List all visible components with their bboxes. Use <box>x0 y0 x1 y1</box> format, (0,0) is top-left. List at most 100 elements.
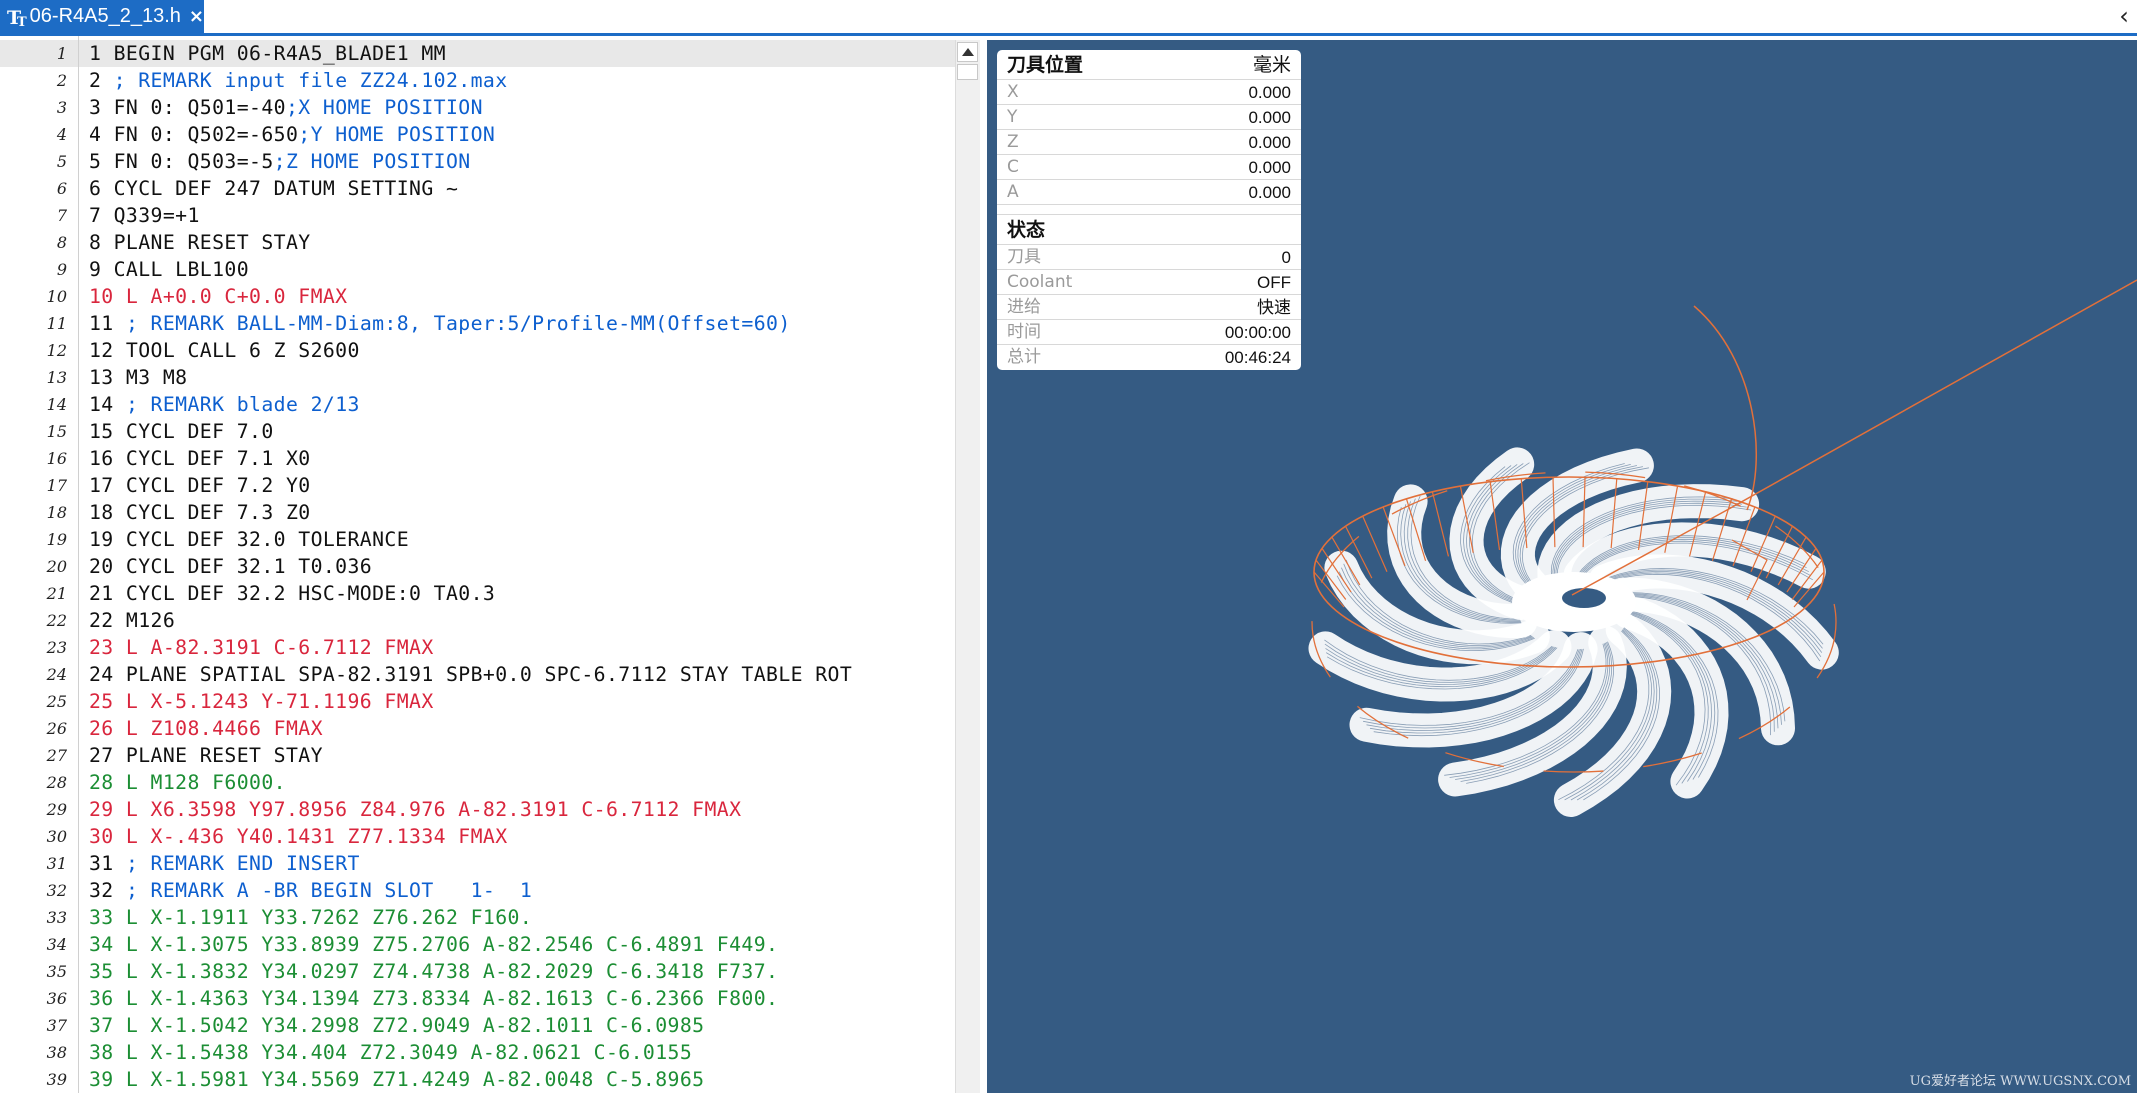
code-segment: 5 FN 0: Q503=-5 <box>89 150 274 173</box>
hub-bore <box>1562 588 1606 608</box>
code-line[interactable]: 25 25 L X-5.1243 Y-71.1196 FMAX <box>0 688 962 715</box>
line-number: 38 <box>46 1043 67 1062</box>
code-line[interactable]: 19 19 CYCL DEF 32.0 TOLERANCE <box>0 526 962 553</box>
code-line[interactable]: 8 8 PLANE RESET STAY <box>0 229 962 256</box>
scroll-up-button[interactable] <box>957 42 978 62</box>
status-label: 总计 <box>1007 347 1041 367</box>
code-text: 8 PLANE RESET STAY <box>89 231 311 254</box>
toolpath-approach <box>1571 279 2137 596</box>
status-row-time: 时间 00:00:00 <box>997 320 1301 345</box>
line-number: 13 <box>46 368 67 387</box>
code-text: 19 CYCL DEF 32.0 TOLERANCE <box>89 528 410 551</box>
code-segment: 2 <box>89 69 114 92</box>
code-line[interactable]: 36 36 L X-1.4363 Y34.1394 Z73.8334 A-82.1… <box>0 985 962 1012</box>
code-text: 35 L X-1.3832 Y34.0297 Z74.4738 A-82.202… <box>89 960 779 983</box>
status-value: OFF <box>1257 273 1291 292</box>
code-line[interactable]: 20 20 CYCL DEF 32.1 T0.036 <box>0 553 962 580</box>
code-line[interactable]: 38 38 L X-1.5438 Y34.404 Z72.3049 A-82.06… <box>0 1039 962 1066</box>
axis-label: C <box>1007 157 1019 177</box>
line-number: 21 <box>46 584 67 603</box>
status-value: 快速 <box>1257 298 1291 317</box>
code-line[interactable]: 9 9 CALL LBL100 <box>0 256 962 283</box>
code-line[interactable]: 21 21 CYCL DEF 32.2 HSC-MODE:0 TA0.3 <box>0 580 962 607</box>
code-line[interactable]: 3 3 FN 0: Q501=-40;X HOME POSITION <box>0 94 962 121</box>
code-text: 17 CYCL DEF 7.2 Y0 <box>89 474 311 497</box>
line-number: 22 <box>46 611 67 630</box>
code-line[interactable]: 32 32 ; REMARK A -BR BEGIN SLOT 1- 1 <box>0 877 962 904</box>
status-row-tool: 刀具 0 <box>997 245 1301 270</box>
file-tab[interactable]: TT 06-R4A5_2_13.h × <box>0 0 204 33</box>
line-number: 6 <box>56 179 67 198</box>
status-title: 状态 <box>1007 219 1046 241</box>
code-line[interactable]: 7 7 Q339=+1 <box>0 202 962 229</box>
status-row-coolant: Coolant OFF <box>997 270 1301 295</box>
line-number: 27 <box>46 746 67 765</box>
code-text: 27 PLANE RESET STAY <box>89 744 323 767</box>
line-number: 2 <box>56 71 67 90</box>
code-comment: ; REMARK END INSERT <box>125 852 360 875</box>
code-line[interactable]: 18 18 CYCL DEF 7.3 Z0 <box>0 499 962 526</box>
code-line[interactable]: 23 23 L A-82.3191 C-6.7112 FMAX <box>0 634 962 661</box>
code-comment: ; REMARK BALL-MM-Diam:8, Taper:5/Profile… <box>125 312 791 335</box>
code-line[interactable]: 26 26 L Z108.4466 FMAX <box>0 715 962 742</box>
code-text: 37 L X-1.5042 Y34.2998 Z72.9049 A-82.101… <box>89 1014 705 1037</box>
axis-row-x: X 0.000 <box>997 80 1301 105</box>
simulation-viewport[interactable]: 刀具位置 毫米 X 0.000 Y 0.000 Z 0.000 C 0.000 A 0.0… <box>987 40 2137 1093</box>
status-label: 进给 <box>1007 297 1041 317</box>
code-line[interactable]: 29 29 L X6.3598 Y97.8956 Z84.976 A-82.319… <box>0 796 962 823</box>
line-number: 20 <box>46 557 67 576</box>
code-line[interactable]: 1 1 BEGIN PGM 06-R4A5_BLADE1 MM <box>0 40 962 67</box>
code-text: 25 L X-5.1243 Y-71.1196 FMAX <box>89 690 434 713</box>
line-number: 17 <box>46 476 67 495</box>
nc-code-editor[interactable]: 11 BEGIN PGM 06-R4A5_BLADE1 MM 2 2 ; REMAR… <box>0 36 962 1093</box>
code-line[interactable]: 22 ; REMARK input file ZZ24.102.max <box>0 67 962 94</box>
code-line[interactable]: 6 6 CYCL DEF 247 DATUM SETTING ~ <box>0 175 962 202</box>
tab-bar: TT 06-R4A5_2_13.h × ‹ <box>0 0 2137 36</box>
line-number: 33 <box>46 908 67 927</box>
axis-label: Y <box>1007 107 1018 127</box>
code-text: 13 M3 M8 <box>89 366 188 389</box>
code-segment: 32 <box>89 879 126 902</box>
line-number: 39 <box>46 1070 67 1089</box>
code-line[interactable]: 31 31 ; REMARK END INSERT <box>0 850 962 877</box>
code-line[interactable]: 14 14 ; REMARK blade 2/13 <box>0 391 962 418</box>
code-line[interactable]: 35 35 L X-1.3832 Y34.0297 Z74.4738 A-82.2… <box>0 958 962 985</box>
code-line[interactable]: 37 37 L X-1.5042 Y34.2998 Z72.9049 A-82.1… <box>0 1012 962 1039</box>
code-line[interactable]: 27 27 PLANE RESET STAY <box>0 742 962 769</box>
axis-row-c: C 0.000 <box>997 155 1301 180</box>
code-text: 12 TOOL CALL 6 Z S2600 <box>89 339 360 362</box>
code-line[interactable]: 15 15 CYCL DEF 7.0 <box>0 418 962 445</box>
code-line[interactable]: 5 5 FN 0: Q503=-5;Z HOME POSITION <box>0 148 962 175</box>
code-text: 36 L X-1.4363 Y34.1394 Z73.8334 A-82.161… <box>89 987 779 1010</box>
chevron-left-icon[interactable]: ‹ <box>2113 3 2135 29</box>
code-text: 24 PLANE SPATIAL SPA-82.3191 SPB+0.0 SPC… <box>89 663 853 686</box>
line-number: 30 <box>46 827 67 846</box>
toolpath-segment <box>1431 491 1450 557</box>
code-line[interactable]: 30 30 L X-.436 Y40.1431 Z77.1334 FMAX <box>0 823 962 850</box>
code-line[interactable]: 17 17 CYCL DEF 7.2 Y0 <box>0 472 962 499</box>
line-number: 10 <box>46 287 67 306</box>
code-line[interactable]: 16 16 CYCL DEF 7.1 X0 <box>0 445 962 472</box>
code-line[interactable]: 11 11 ; REMARK BALL-MM-Diam:8, Taper:5/Pr… <box>0 310 962 337</box>
line-number: 8 <box>56 233 67 252</box>
code-line[interactable]: 24 24 PLANE SPATIAL SPA-82.3191 SPB+0.0 S… <box>0 661 962 688</box>
code-text: 23 L A-82.3191 C-6.7112 FMAX <box>89 636 434 659</box>
editor-scrollbar[interactable] <box>955 40 980 1093</box>
code-line[interactable]: 33 33 L X-1.1911 Y33.7262 Z76.262 F160. <box>0 904 962 931</box>
line-number: 28 <box>46 773 67 792</box>
code-line[interactable]: 13 13 M3 M8 <box>0 364 962 391</box>
line-number: 14 <box>46 395 67 414</box>
code-line[interactable]: 12 12 TOOL CALL 6 Z S2600 <box>0 337 962 364</box>
scroll-thumb[interactable] <box>957 64 978 80</box>
code-line[interactable]: 39 39 L X-1.5981 Y34.5569 Z71.4249 A-82.0… <box>0 1066 962 1093</box>
code-line[interactable]: 10 10 L A+0.0 C+0.0 FMAX <box>0 283 962 310</box>
code-line[interactable]: 22 22 M126 <box>0 607 962 634</box>
code-line[interactable]: 4 4 FN 0: Q502=-650;Y HOME POSITION <box>0 121 962 148</box>
code-text: 29 L X6.3598 Y97.8956 Z84.976 A-82.3191 … <box>89 798 742 821</box>
tab-close-icon[interactable]: × <box>189 6 204 27</box>
code-line[interactable]: 34 34 L X-1.3075 Y33.8939 Z75.2706 A-82.2… <box>0 931 962 958</box>
status-label: 时间 <box>1007 322 1041 342</box>
code-line[interactable]: 28 28 L M128 F6000. <box>0 769 962 796</box>
status-row-feed: 进给 快速 <box>997 295 1301 320</box>
code-text: 4 FN 0: Q502=-650;Y HOME POSITION <box>89 121 495 148</box>
